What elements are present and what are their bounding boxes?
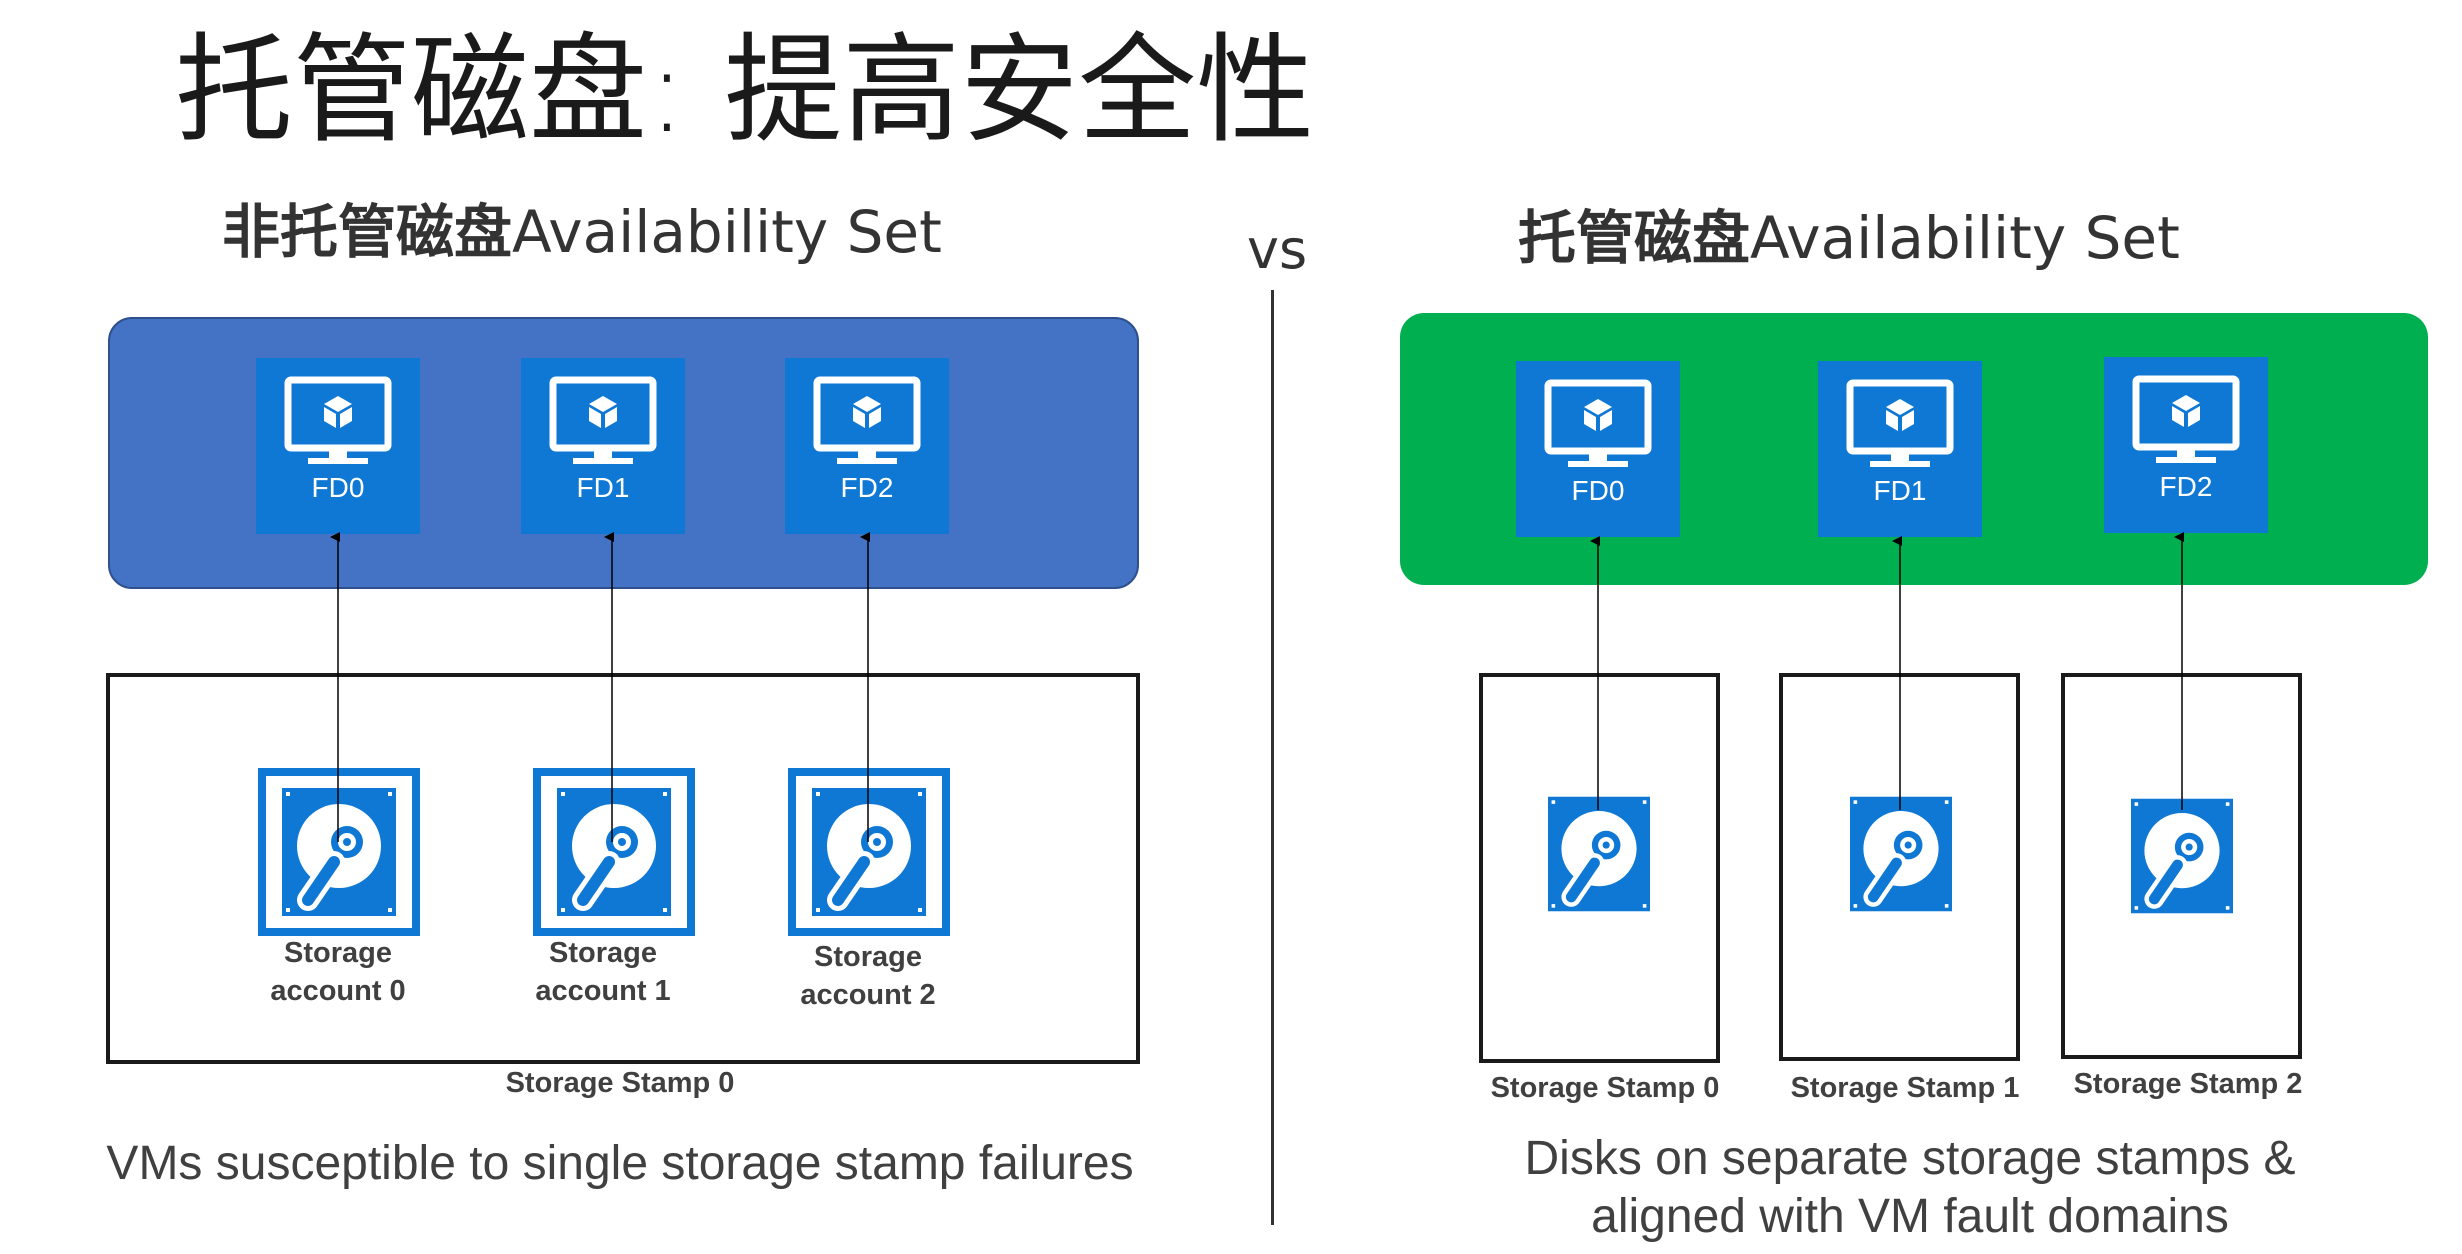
connector-arrows [330, 532, 2184, 842]
